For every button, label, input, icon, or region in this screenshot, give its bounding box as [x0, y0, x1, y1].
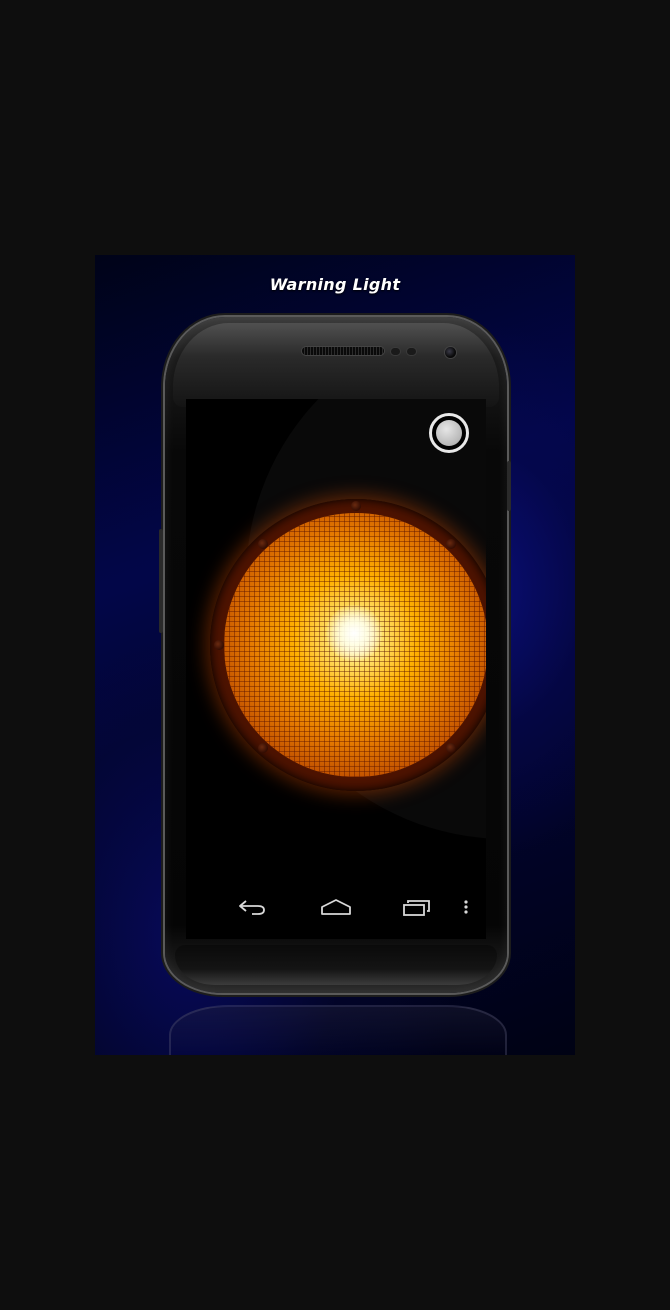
earpiece-speaker: [302, 347, 384, 355]
lamp-bolt: [351, 501, 361, 511]
proximity-sensor: [391, 348, 400, 355]
phone-bottom-bezel: [175, 945, 497, 985]
overflow-menu-button[interactable]: [460, 895, 472, 919]
home-button[interactable]: [319, 895, 353, 919]
phone-screen: [186, 399, 486, 939]
lamp-bolt: [446, 539, 456, 549]
lamp-glow-core: [326, 605, 382, 661]
lamp-lens: [224, 513, 486, 777]
phone-device: [159, 317, 511, 993]
warning-lamp[interactable]: [210, 499, 486, 791]
home-icon: [321, 899, 351, 915]
system-navbar: [186, 887, 486, 927]
recent-apps-icon: [403, 900, 430, 916]
phone-reflection: [169, 1005, 507, 1055]
power-button: [507, 461, 511, 511]
overflow-menu-icon: [464, 900, 468, 914]
back-arrow-icon: [239, 900, 265, 915]
lamp-bolt: [258, 539, 268, 549]
front-camera: [445, 347, 456, 358]
back-button[interactable]: [236, 895, 268, 919]
app-stage: Warning Light: [95, 255, 575, 1055]
phone-top-bezel: [173, 323, 499, 407]
lamp-bolt: [446, 743, 456, 753]
recent-apps-button[interactable]: [401, 895, 433, 919]
lamp-bolt: [214, 640, 224, 650]
volume-button: [159, 529, 163, 633]
lamp-bolt: [258, 743, 268, 753]
toggle-circle-icon: [436, 420, 462, 446]
app-title: Warning Light: [269, 275, 401, 294]
light-sensor: [407, 348, 416, 355]
light-toggle-button[interactable]: [429, 413, 469, 453]
